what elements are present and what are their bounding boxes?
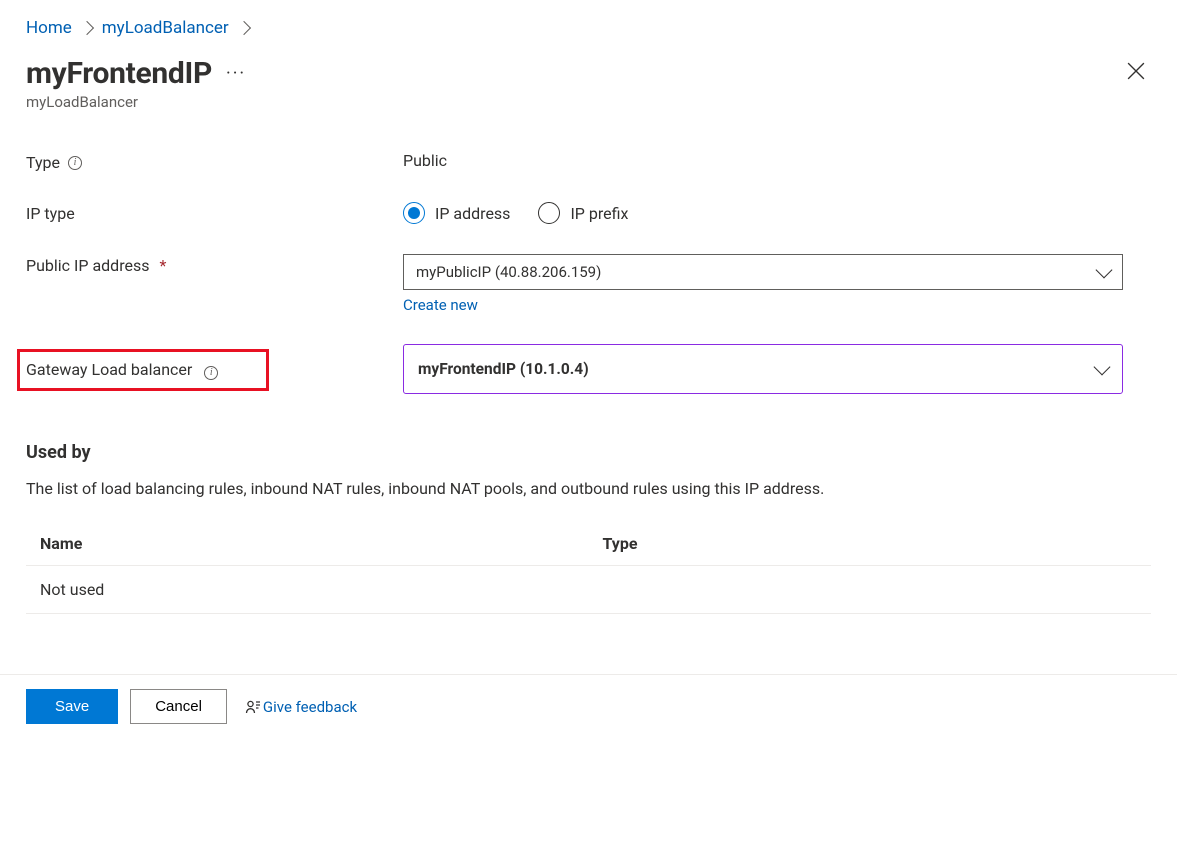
footer-bar: Save Cancel Give feedback <box>0 674 1177 738</box>
chevron-right-icon <box>80 21 94 35</box>
radio-ip-address[interactable]: IP address <box>403 202 510 224</box>
used-by-desc: The list of load balancing rules, inboun… <box>26 479 1151 498</box>
create-new-link[interactable]: Create new <box>403 296 478 314</box>
radio-ip-prefix[interactable]: IP prefix <box>538 202 628 224</box>
iptype-label: IP type <box>26 202 403 223</box>
public-ip-select[interactable]: myPublicIP (40.88.206.159) <box>403 254 1123 290</box>
feedback-icon <box>245 699 261 715</box>
save-button[interactable]: Save <box>26 689 118 724</box>
gateway-lb-label: Gateway Load balancer i <box>26 347 403 391</box>
info-icon[interactable]: i <box>204 366 218 380</box>
table-row: Not used <box>26 566 1151 614</box>
col-type: Type <box>589 522 1152 566</box>
gateway-lb-select[interactable]: myFrontendIP (10.1.0.4) <box>403 344 1123 394</box>
chevron-right-icon <box>237 21 251 35</box>
page-subtitle: myLoadBalancer <box>26 93 1151 111</box>
iptype-radio-group: IP address IP prefix <box>403 202 1123 224</box>
chevron-down-icon <box>1096 261 1113 278</box>
info-icon[interactable]: i <box>68 156 82 170</box>
page-title: myFrontendIP <box>26 56 212 91</box>
col-name: Name <box>26 522 589 566</box>
cancel-button[interactable]: Cancel <box>130 689 227 724</box>
used-by-table: Name Type Not used <box>26 522 1151 614</box>
breadcrumb-home[interactable]: Home <box>26 18 72 38</box>
more-actions-button[interactable]: ··· <box>226 63 246 84</box>
close-button[interactable] <box>1121 56 1151 91</box>
type-label: Type i <box>26 151 403 172</box>
chevron-down-icon <box>1094 358 1111 375</box>
breadcrumb-parent[interactable]: myLoadBalancer <box>102 18 229 38</box>
breadcrumb: Home myLoadBalancer <box>26 18 1151 38</box>
give-feedback-link[interactable]: Give feedback <box>245 698 357 716</box>
type-value: Public <box>403 151 1123 170</box>
used-by-title: Used by <box>26 442 1151 463</box>
public-ip-label: Public IP address* <box>26 254 403 275</box>
